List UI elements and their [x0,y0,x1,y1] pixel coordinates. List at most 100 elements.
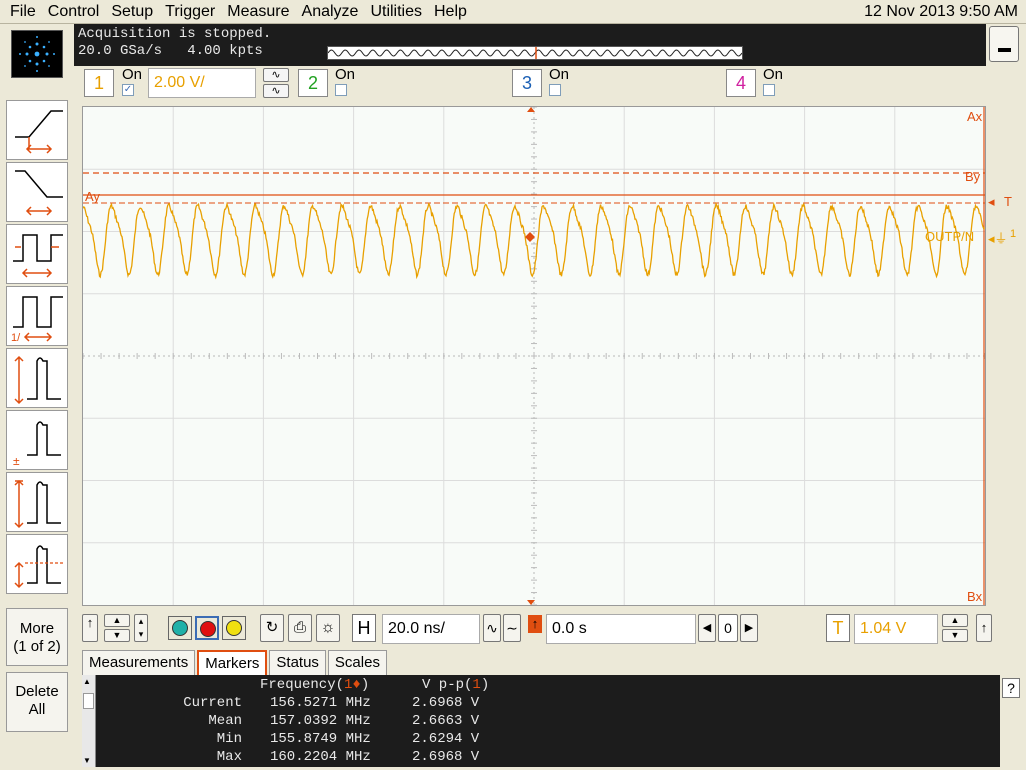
menu-help[interactable]: Help [428,2,473,22]
amplitude-tool[interactable] [6,348,68,408]
yellow-circle-icon [226,620,242,636]
menu-trigger[interactable]: Trigger [159,2,221,22]
scroll-up-icon[interactable]: ▲ [83,677,91,686]
channel-4-button[interactable]: 4 [726,69,756,97]
zoom-in-button[interactable]: ∿ [483,614,501,642]
waveform-label: OUTP/N [925,229,975,244]
channel-1-on-checkbox[interactable]: ✓ [122,84,134,96]
channel-1-ground-icon[interactable]: ◂⏚ [988,228,1008,247]
channel-2-number: 2 [307,73,318,93]
menu-measure[interactable]: Measure [221,2,295,22]
trigger-level-arrow-icon[interactable]: ◂ [988,194,995,210]
horizontal-scale-field[interactable]: 20.0 ns/ [382,614,480,644]
menu-setup[interactable]: Setup [105,2,159,22]
marker-up-button[interactable]: ↑ [82,614,98,642]
tab-markers[interactable]: Markers [197,650,268,675]
marker-bx-label: Bx [967,589,983,604]
arrow-right-icon: ▶ [744,622,754,634]
menu-control[interactable]: Control [42,2,106,22]
vertical-step-button[interactable]: ▴ ▾ [134,614,148,642]
menu-analyze[interactable]: Analyze [296,2,365,22]
trigger-button[interactable]: T [826,614,850,642]
horizontal-button[interactable]: H [352,614,376,642]
marker-ay-label: Ay [85,189,100,204]
wave-fine-icon: ∿ [486,620,498,636]
color-yellow-button[interactable] [222,616,246,640]
channel-1-scale-field[interactable]: 2.00 V/ [148,68,256,98]
measurement-vpp-value: 2.6294 V [412,731,480,747]
trigger-level-up-button[interactable]: ▲ [942,614,968,627]
vpp-header-close: ) [480,677,490,693]
tab-measurements[interactable]: Measurements [82,650,196,675]
trigger-position-icon[interactable]: ↑ [528,615,542,633]
measurement-scrollbar[interactable]: ▲ ▼ [82,675,96,767]
measurement-vpp-value: 2.6968 V [412,695,480,711]
delete-all-button[interactable]: Delete All [6,672,68,732]
color-teal-button[interactable] [168,616,192,640]
arrow-up-icon: ↑ [980,620,988,635]
tab-scales[interactable]: Scales [327,650,387,675]
channel-2-on-checkbox[interactable] [335,84,347,96]
print-button[interactable]: ⎙ [288,614,312,642]
fall-time-tool[interactable] [6,162,68,222]
position-right-button[interactable]: ▶ [740,614,758,642]
channel-4-on-checkbox[interactable] [763,84,775,96]
red-circle-icon [200,621,216,637]
vertical-up-button[interactable]: ▲ [104,614,130,627]
vertical-down-button[interactable]: ▼ [104,629,130,642]
zoom-out-button[interactable]: ∼ [503,614,521,642]
trigger-label: T [832,618,844,638]
tab-status[interactable]: Status [269,650,326,675]
scroll-down-icon[interactable]: ▼ [83,756,91,765]
channel-3-on-checkbox[interactable] [549,84,561,96]
help-icon[interactable]: ? [1002,678,1020,698]
minimize-button[interactable] [989,26,1019,62]
color-red-button[interactable] [195,616,219,640]
sine-wave-icon: ∿ [271,69,281,81]
horizontal-position-field[interactable]: 0.0 s [546,614,696,644]
top-voltage-tool[interactable]: ± [6,410,68,470]
sine-wave-icon: ∿ [271,85,281,97]
memory-overview-strip[interactable] [327,46,743,60]
chevron-up-icon: ▲ [112,615,122,625]
channel-1-button[interactable]: 1 [84,69,114,97]
position-zero-button[interactable]: 0 [718,614,738,642]
marker-diamond-icon: ♦ [352,677,361,693]
brightness-button[interactable]: ☼ [316,614,340,642]
trigger-level-field[interactable]: 1.04 V [854,614,938,644]
channel-3-number: 3 [521,73,532,93]
delete-all-label: Delete All [15,683,59,718]
coupling-up-button[interactable]: ∿ [263,68,289,82]
frequency-tool[interactable]: 1/ [6,286,68,346]
marker-ax-label: Ax [967,109,983,124]
coupling-down-button[interactable]: ∿ [263,84,289,98]
measurement-row-label: Max [216,749,242,765]
channel-1-number: 1 [93,73,104,93]
graticule-grid [83,107,985,605]
menu-bar: File Control Setup Trigger Measure Analyze Uti… [0,0,1026,24]
period-tool[interactable] [6,224,68,284]
measurement-vpp-value: 2.6663 V [412,713,480,729]
more-tools-button[interactable]: More (1 of 2) [6,608,68,666]
frequency-icon: 1/ [11,296,63,344]
menu-utilities[interactable]: Utilities [364,2,428,22]
trigger-level-step-button[interactable]: ↑ [976,614,992,642]
rise-time-tool[interactable] [6,100,68,160]
menu-file[interactable]: File [4,2,42,22]
measurement-row-label: Mean [208,713,242,729]
measurement-frequency-value: 160.2204 MHz [270,749,371,765]
waveform-display[interactable]: Ax By Ay Bx OUTP/N [82,106,986,606]
arrow-left-icon: ◀ [702,622,712,634]
channel-1-on-label: On [122,66,143,83]
autoscale-button[interactable]: ↻ [260,614,284,642]
autoscale-icon: ↻ [265,619,279,636]
position-left-button[interactable]: ◀ [698,614,716,642]
channel-2-button[interactable]: 2 [298,69,328,97]
channel-3-button[interactable]: 3 [512,69,542,97]
peak-to-peak-tool[interactable] [6,472,68,532]
scroll-thumb[interactable] [83,693,94,709]
overshoot-tool[interactable] [6,534,68,594]
measurement-vpp-value: 2.6968 V [412,749,480,765]
trigger-level-down-button[interactable]: ▼ [942,629,968,642]
frequency-source: 1♦ [344,677,361,693]
